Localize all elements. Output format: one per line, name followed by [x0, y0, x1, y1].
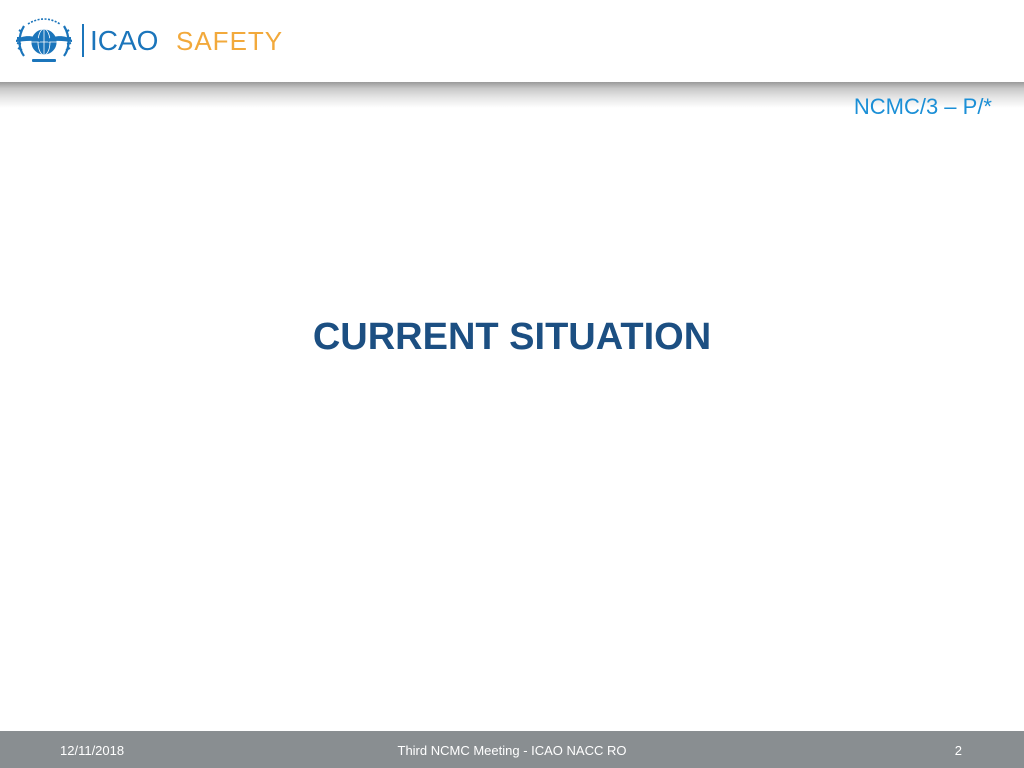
reference-code: NCMC/3 – P/*	[853, 94, 992, 119]
brand-name: ICAO	[90, 25, 159, 56]
page-number: 2	[954, 743, 962, 758]
slide: ICAO SAFETY NCMC/3 – P/* CURRENT SITUATI…	[0, 0, 1024, 768]
logo-divider	[82, 24, 84, 57]
header-bar: ICAO SAFETY	[0, 0, 1024, 84]
brand-tagline: SAFETY	[176, 26, 284, 56]
icao-emblem-icon	[16, 18, 72, 62]
footer-meeting-title: Third NCMC Meeting - ICAO NACC RO	[397, 743, 627, 758]
slide-title: CURRENT SITUATION	[312, 316, 712, 358]
footer-bar: 12/11/2018 Third NCMC Meeting - ICAO NAC…	[0, 731, 1024, 768]
